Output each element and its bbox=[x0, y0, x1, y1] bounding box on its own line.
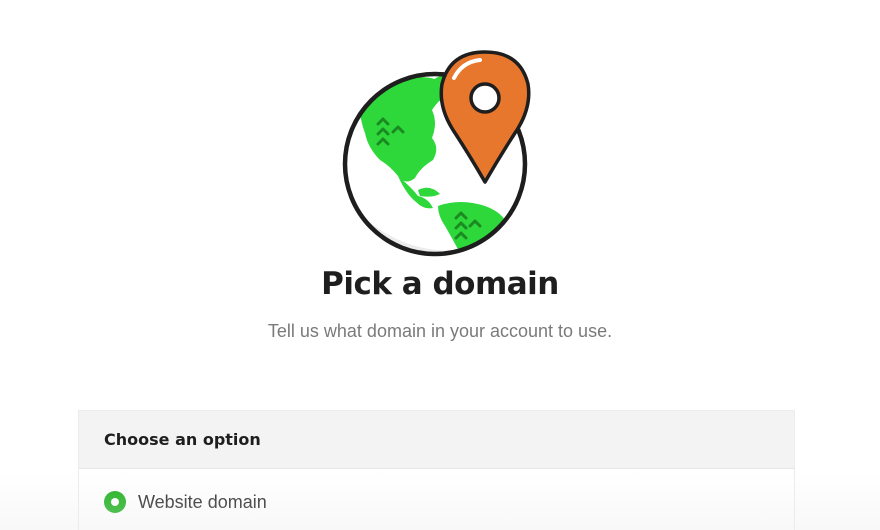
pick-domain-page: Pick a domain Tell us what domain in you… bbox=[0, 0, 880, 530]
radio-selected-icon[interactable] bbox=[104, 491, 126, 513]
option-card-title: Choose an option bbox=[104, 430, 261, 449]
choose-option-card: Choose an option Website domain bbox=[78, 410, 795, 530]
globe-location-pin-icon bbox=[320, 48, 550, 268]
page-subtitle: Tell us what domain in your account to u… bbox=[267, 321, 613, 341]
option-website-domain[interactable]: Website domain bbox=[79, 469, 794, 530]
option-label: Website domain bbox=[138, 491, 267, 512]
page-title: Pick a domain bbox=[321, 266, 559, 302]
option-card-header: Choose an option bbox=[79, 411, 794, 469]
radio-dot bbox=[111, 498, 119, 506]
